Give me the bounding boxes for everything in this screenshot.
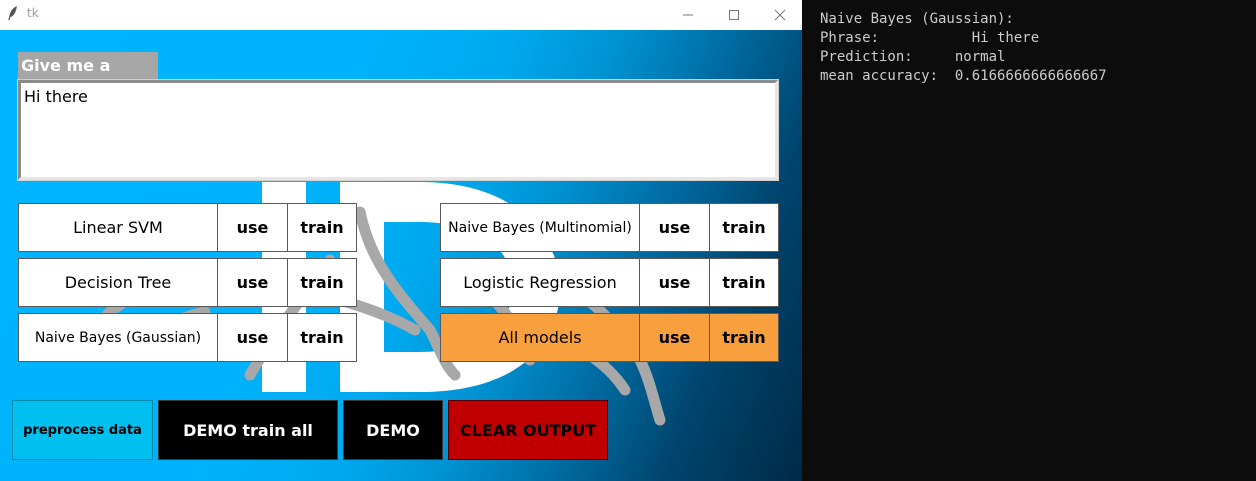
train-naive-bayes-multinomial-button[interactable]: train [709, 203, 779, 252]
model-logistic-regression[interactable]: Logistic Regression [440, 258, 640, 307]
model-naive-bayes-gaussian[interactable]: Naive Bayes (Gaussian) [18, 313, 218, 362]
train-decision-tree-button[interactable]: train [287, 258, 357, 307]
tk-window: tk Give me a Hi there Linear SVM use tra… [0, 0, 802, 481]
model-naive-bayes-multinomial[interactable]: Naive Bayes (Multinomial) [440, 203, 640, 252]
model-all-models[interactable]: All models [440, 313, 640, 362]
model-linear-svm[interactable]: Linear SVM [18, 203, 218, 252]
console-line: Phrase: Hi there [820, 30, 1040, 46]
console-line: Prediction: normal [820, 49, 1006, 65]
feather-icon [8, 6, 17, 20]
maximize-icon [729, 10, 739, 20]
console-text: Naive Bayes (Gaussian): Phrase: Hi there… [820, 10, 1107, 86]
train-logistic-regression-button[interactable]: train [709, 258, 779, 307]
train-linear-svm-button[interactable]: train [287, 203, 357, 252]
demo-train-all-button[interactable]: DEMO train all [158, 400, 338, 460]
minimize-button[interactable] [665, 0, 711, 30]
preprocess-data-button[interactable]: preprocess data [12, 400, 153, 460]
window-title: tk [27, 6, 39, 20]
train-naive-bayes-gaussian-button[interactable]: train [287, 313, 357, 362]
close-icon [774, 9, 786, 21]
phrase-input[interactable] [23, 85, 773, 175]
minimize-icon [683, 14, 693, 16]
model-decision-tree[interactable]: Decision Tree [18, 258, 218, 307]
use-naive-bayes-gaussian-button[interactable]: use [217, 313, 288, 362]
maximize-button[interactable] [711, 0, 757, 30]
app-canvas: Give me a phrase Linear SVM use train De… [0, 30, 802, 481]
clear-output-button[interactable]: CLEAR OUTPUT [448, 400, 608, 460]
train-all-models-button[interactable]: train [709, 313, 779, 362]
console-line: mean accuracy: 0.6166666666666667 [820, 68, 1107, 84]
phrase-input-frame [17, 79, 779, 181]
console-output: Naive Bayes (Gaussian): Phrase: Hi there… [802, 0, 1256, 481]
phrase-label: Give me a phrase [18, 52, 158, 102]
title-bar[interactable]: tk [0, 0, 802, 30]
demo-button[interactable]: DEMO [343, 400, 443, 460]
close-button[interactable] [757, 0, 802, 30]
use-all-models-button[interactable]: use [639, 313, 710, 362]
use-naive-bayes-multinomial-button[interactable]: use [639, 203, 710, 252]
console-line: Naive Bayes (Gaussian): [820, 11, 1014, 27]
use-decision-tree-button[interactable]: use [217, 258, 288, 307]
use-logistic-regression-button[interactable]: use [639, 258, 710, 307]
use-linear-svm-button[interactable]: use [217, 203, 288, 252]
